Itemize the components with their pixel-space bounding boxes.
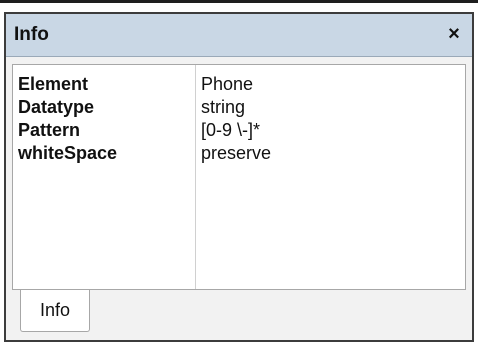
- property-value: Phone: [201, 74, 254, 94]
- info-panel: Info × Element Phone Datatype string Pat…: [4, 12, 474, 342]
- properties-list: Element Phone Datatype string Pattern [0…: [12, 64, 466, 290]
- property-row-whitespace: whiteSpace preserve: [13, 142, 465, 165]
- property-row-element: Element Phone: [13, 73, 465, 96]
- property-value: string: [201, 97, 246, 117]
- property-value: preserve: [201, 143, 272, 163]
- property-row-pattern: Pattern [0-9 \-]*: [13, 119, 465, 142]
- top-border: [0, 0, 478, 3]
- panel-title: Info: [14, 24, 49, 45]
- tab-info[interactable]: Info: [20, 290, 90, 332]
- property-key: Pattern: [18, 120, 81, 140]
- property-value: [0-9 \-]*: [201, 120, 261, 140]
- property-key: whiteSpace: [18, 143, 118, 163]
- property-row-datatype: Datatype string: [13, 96, 465, 119]
- close-icon[interactable]: ×: [442, 22, 466, 46]
- property-key: Datatype: [18, 97, 95, 117]
- property-rows: Element Phone Datatype string Pattern [0…: [13, 73, 465, 165]
- property-key: Element: [18, 74, 89, 94]
- panel-title-bar: Info ×: [6, 14, 472, 57]
